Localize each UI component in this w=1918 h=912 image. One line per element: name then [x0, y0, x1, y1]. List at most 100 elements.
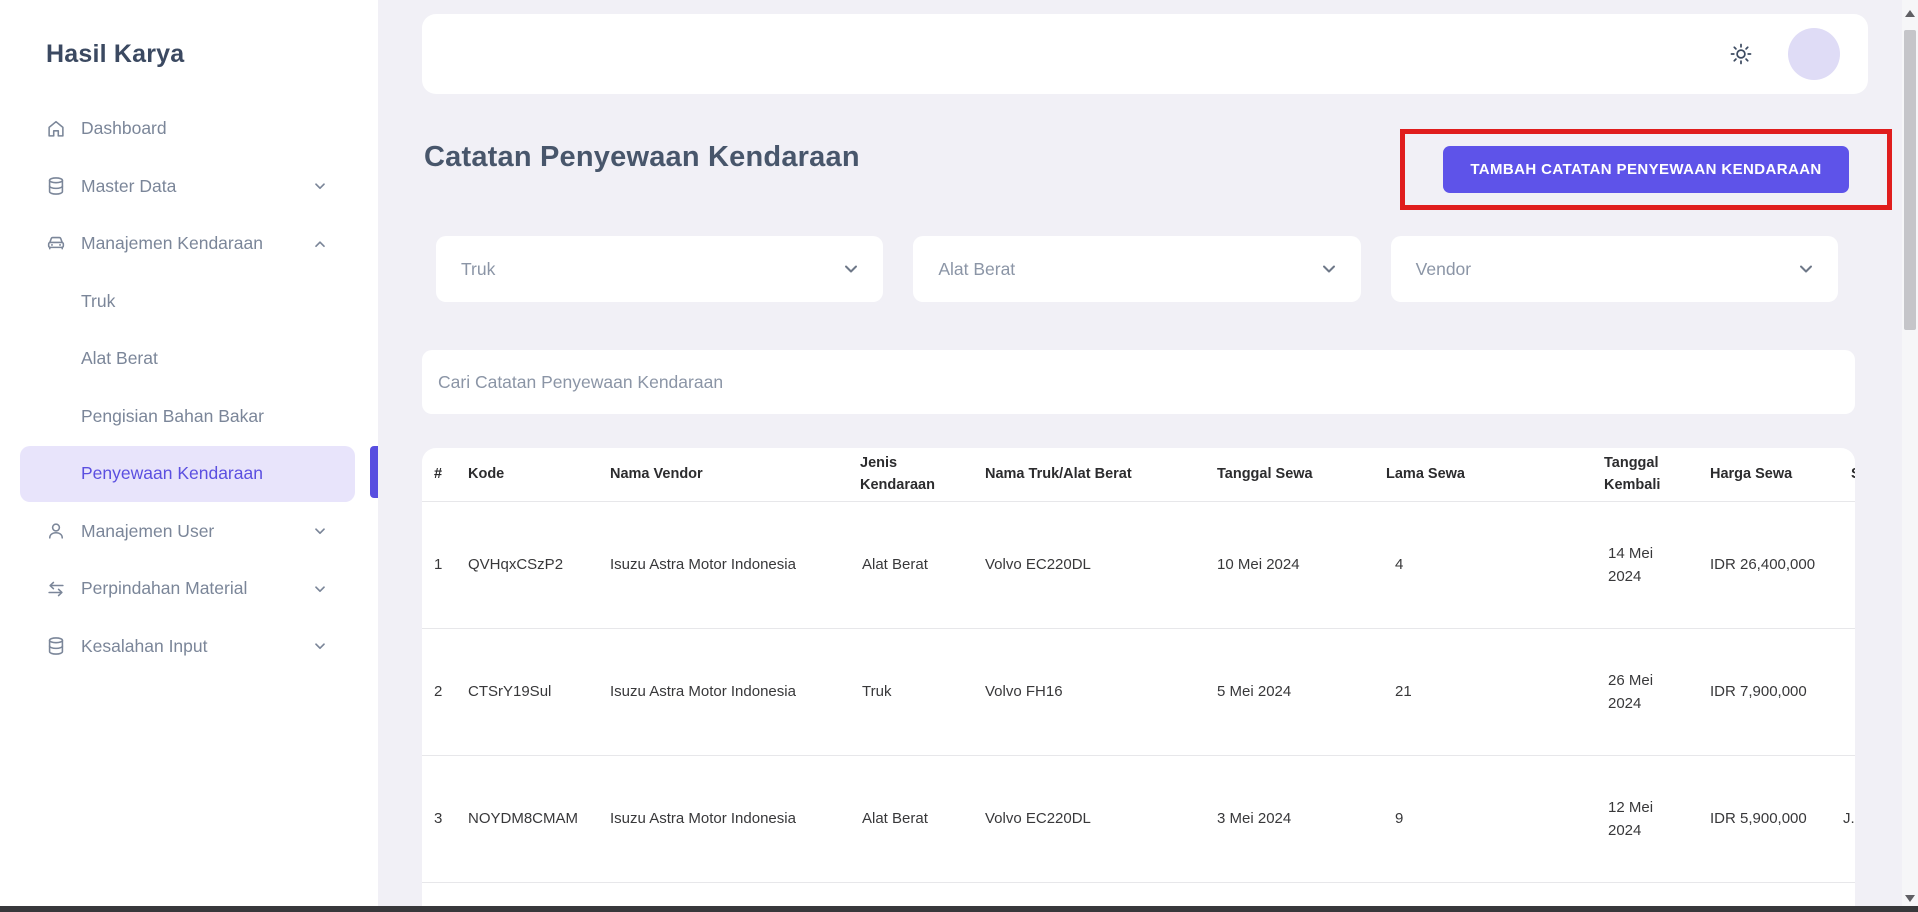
database-icon [45, 175, 67, 197]
cell-tanggal-sewa: 5 Mei 2024 [1205, 628, 1385, 756]
cell-nama: Volvo EC220DL [975, 501, 1205, 629]
home-icon [45, 118, 67, 140]
sidebar-item-label: Penyewaan Kendaraan [81, 463, 263, 484]
transfer-arrows-icon [45, 578, 67, 600]
sidebar-item-pengisian-bahan-bakar[interactable]: Pengisian Bahan Bakar [0, 388, 378, 446]
table-row: 1 QVHqxCSzP2 Isuzu Astra Motor Indonesia… [422, 501, 1855, 629]
chevron-up-icon [312, 236, 328, 252]
cell-tanggal-kembali: 12 Mei 2024 [1600, 755, 1690, 883]
chevron-down-icon [312, 581, 328, 597]
cell-lama-sewa: 21 [1385, 628, 1600, 756]
sidebar-item-label: Perpindahan Material [81, 578, 248, 599]
cell-tanggal-kembali: 14 Mei 2024 [1600, 501, 1690, 629]
filter-placeholder: Truk [461, 258, 496, 279]
search-bar [422, 350, 1855, 414]
annotation-highlight-box: TAMBAH CATATAN PENYEWAAN KENDARAAN [1400, 129, 1892, 210]
page-title: Catatan Penyewaan Kendaraan [424, 141, 860, 173]
theme-toggle-sun-icon[interactable] [1728, 41, 1754, 67]
add-rental-record-button[interactable]: TAMBAH CATATAN PENYEWAAN KENDARAAN [1443, 146, 1849, 193]
column-header-kode: Kode [464, 448, 604, 502]
sidebar-item-label: Master Data [81, 175, 177, 196]
chevron-down-icon [312, 178, 328, 194]
cell-harga-sewa: IDR 5,900,000 [1690, 755, 1835, 883]
car-icon [45, 233, 67, 255]
user-icon [45, 520, 67, 542]
app-title: Hasil Karya [46, 40, 185, 68]
sidebar-item-label: Dashboard [81, 118, 167, 139]
sidebar-item-manajemen-user[interactable]: Manajemen User [0, 503, 378, 561]
cell-harga-sewa: IDR 7,900,000 [1690, 628, 1835, 756]
cell-kode: NOYDM8CMAM [464, 755, 604, 883]
cell-tanggal-sewa: 10 Mei 2024 [1205, 501, 1385, 629]
filter-placeholder: Vendor [1415, 258, 1472, 279]
column-header-nama-truk-alat-berat: Nama Truk/Alat Berat [975, 448, 1205, 502]
sidebar-item-label: Manajemen Kendaraan [81, 233, 263, 254]
column-header-nama-vendor: Nama Vendor [604, 448, 844, 502]
cell-tanggal-sewa: 3 Mei 2024 [1205, 755, 1385, 883]
cell-vendor: Isuzu Astra Motor Indonesia [604, 755, 844, 883]
cell-jenis: Truk [844, 628, 975, 756]
sidebar-item-manajemen-kendaraan[interactable]: Manajemen Kendaraan [0, 215, 378, 273]
column-header-num: # [422, 448, 464, 502]
sidebar-item-truk[interactable]: Truk [0, 273, 378, 331]
sidebar-item-perpindahan-material[interactable]: Perpindahan Material [0, 560, 378, 618]
cell-kode: CTSrY19Sul [464, 628, 604, 756]
cell-partial: J. [1835, 755, 1855, 883]
vertical-scrollbar-thumb[interactable] [1904, 30, 1916, 330]
chevron-down-icon [1319, 259, 1339, 279]
cell-partial [1835, 628, 1855, 756]
filter-vendor-select[interactable]: Vendor [1390, 236, 1838, 302]
sidebar-item-label: Truk [81, 290, 116, 311]
cell-nama: Volvo EC220DL [975, 755, 1205, 883]
scroll-down-arrow-icon[interactable] [1905, 895, 1915, 902]
filter-alat-berat-select[interactable]: Alat Berat [913, 236, 1361, 302]
cell-num: 2 [422, 628, 464, 756]
chevron-down-icon [312, 523, 328, 539]
cell-vendor: Isuzu Astra Motor Indonesia [604, 628, 844, 756]
sidebar-item-label: Pengisian Bahan Bakar [81, 405, 264, 426]
cell-kode: QVHqxCSzP2 [464, 501, 604, 629]
sidebar-item-penyewaan-kendaraan[interactable]: Penyewaan Kendaraan [20, 446, 355, 502]
rental-records-table-card: # Kode Nama Vendor Jenis Kendaraan Nama … [422, 448, 1855, 912]
sidebar-item-alat-berat[interactable]: Alat Berat [0, 330, 378, 388]
column-header-harga-sewa: Harga Sewa [1690, 448, 1835, 502]
column-header-tanggal-kembali: Tanggal Kembali [1600, 448, 1690, 502]
cell-num: 3 [422, 755, 464, 883]
cell-tanggal-kembali: 26 Mei 2024 [1600, 628, 1690, 756]
database-icon [45, 635, 67, 657]
chevron-down-icon [312, 638, 328, 654]
sidebar: Hasil Karya Dashboard Master Data Manaje… [0, 0, 378, 912]
cell-jenis: Alat Berat [844, 501, 975, 629]
sidebar-item-master-data[interactable]: Master Data [0, 158, 378, 216]
scroll-up-arrow-icon[interactable] [1905, 10, 1915, 17]
filter-truk-select[interactable]: Truk [436, 236, 884, 302]
user-avatar[interactable] [1788, 28, 1840, 80]
cell-harga-sewa: IDR 26,400,000 [1690, 501, 1835, 629]
chevron-down-icon [841, 259, 861, 279]
rental-records-table: # Kode Nama Vendor Jenis Kendaraan Nama … [422, 448, 1855, 883]
column-header-partial: S [1835, 448, 1855, 502]
sidebar-item-dashboard[interactable]: Dashboard [0, 100, 378, 158]
column-header-tanggal-sewa: Tanggal Sewa [1205, 448, 1385, 502]
top-bar [422, 14, 1868, 94]
filter-placeholder: Alat Berat [938, 258, 1016, 279]
sidebar-item-label: Kesalahan Input [81, 635, 208, 656]
vertical-scrollbar[interactable] [1902, 0, 1918, 912]
sidebar-item-label: Manajemen User [81, 520, 215, 541]
column-header-jenis-kendaraan: Jenis Kendaraan [844, 448, 975, 502]
cell-partial [1835, 501, 1855, 629]
table-row: 2 CTSrY19Sul Isuzu Astra Motor Indonesia… [422, 628, 1855, 756]
cell-jenis: Alat Berat [844, 755, 975, 883]
cell-lama-sewa: 9 [1385, 755, 1600, 883]
column-header-lama-sewa: Lama Sewa [1385, 448, 1600, 502]
horizontal-scrollbar[interactable] [0, 906, 1918, 912]
cell-num: 1 [422, 501, 464, 629]
cell-nama: Volvo FH16 [975, 628, 1205, 756]
sidebar-nav: Dashboard Master Data Manajemen Kendaraa… [0, 100, 378, 675]
search-input[interactable] [436, 370, 1841, 394]
filter-row: Truk Alat Berat Vendor [436, 236, 1838, 302]
cell-vendor: Isuzu Astra Motor Indonesia [604, 501, 844, 629]
table-row: 3 NOYDM8CMAM Isuzu Astra Motor Indonesia… [422, 755, 1855, 883]
cell-lama-sewa: 4 [1385, 501, 1600, 629]
sidebar-item-kesalahan-input[interactable]: Kesalahan Input [0, 618, 378, 676]
